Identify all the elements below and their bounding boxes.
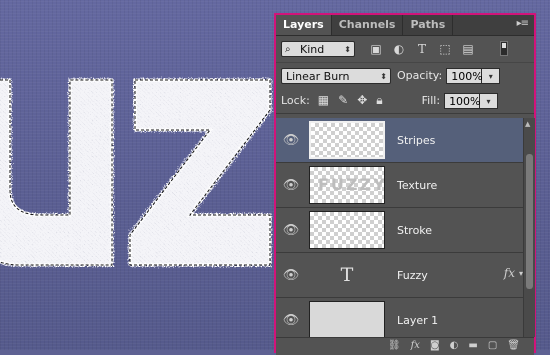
layer-row-stripes[interactable]: 👁︎ Stripes: [276, 118, 523, 163]
eye-icon[interactable]: 👁︎: [276, 313, 306, 328]
blend-row: Linear Burn ⬍ Opacity: 100% ▾: [276, 63, 534, 88]
filter-bar: ⌕ Kind ⬍ ▣ ◐ T ⬚ ▤: [276, 36, 534, 63]
layer-row-texture[interactable]: 👁︎ FUZZY Texture: [276, 163, 523, 208]
lock-transparent-pixels-icon[interactable]: ▦: [318, 93, 329, 108]
filter-toggle-switch[interactable]: [500, 41, 508, 56]
adjustment-layer-filter-icon[interactable]: ◐: [392, 42, 406, 56]
layers-scrollbar[interactable]: ▲: [523, 118, 535, 337]
opacity-input[interactable]: 100%: [446, 67, 483, 84]
layer-thumbnail: [309, 301, 385, 339]
smart-object-filter-icon[interactable]: ▤: [461, 42, 475, 56]
eye-icon[interactable]: 👁︎: [276, 133, 306, 148]
layer-name: Layer 1: [397, 313, 439, 327]
opacity-dropdown-button[interactable]: ▾: [482, 67, 501, 84]
eye-icon[interactable]: 👁︎: [276, 178, 306, 193]
filter-kind-value: Kind: [300, 43, 325, 56]
layer-list: 👁︎ Stripes 👁︎ FUZZY Texture 👁︎ Stroke 👁︎…: [276, 118, 523, 343]
chevron-updown-icon: ⬍: [380, 71, 387, 81]
lock-label: Lock:: [281, 94, 310, 107]
type-layer-icon: T: [340, 264, 354, 286]
fill-label: Fill:: [421, 94, 441, 107]
shape-layer-filter-icon[interactable]: ⬚: [438, 42, 452, 56]
tab-channels[interactable]: Channels: [332, 15, 404, 35]
panel-footer: ⛓ fx ◙ ◐ ▬ ▢ 🗑︎: [276, 337, 534, 355]
lock-position-icon[interactable]: ✥: [357, 93, 367, 108]
scrollbar-thumb[interactable]: [526, 154, 533, 289]
layer-thumbnail: [309, 211, 385, 249]
thumbnail-text: FUZZY: [318, 175, 385, 194]
scroll-up-icon[interactable]: ▲: [525, 120, 530, 128]
eye-icon[interactable]: 👁︎: [276, 268, 306, 283]
link-layers-icon[interactable]: ⛓: [388, 338, 401, 355]
lock-image-pixels-icon[interactable]: ✎: [338, 93, 348, 108]
blend-mode-value: Linear Burn: [286, 69, 350, 83]
add-style-icon[interactable]: fx: [411, 338, 420, 355]
opacity-label: Opacity:: [397, 69, 443, 82]
blend-mode-select[interactable]: Linear Burn ⬍: [281, 67, 391, 84]
pixel-layer-filter-icon[interactable]: ▣: [369, 42, 383, 56]
type-layer-filter-icon[interactable]: T: [415, 42, 429, 56]
new-layer-icon[interactable]: ▢: [488, 338, 497, 355]
tab-paths[interactable]: Paths: [403, 15, 454, 35]
layer-thumbnail: [309, 121, 385, 159]
layer-name: Texture: [397, 178, 438, 192]
layer-row-fuzzy[interactable]: 👁︎ T Fuzzy fx ▾: [276, 253, 523, 298]
layer-effects-icon[interactable]: fx: [504, 266, 515, 280]
new-group-icon[interactable]: ▬: [468, 338, 477, 355]
layers-panel: Layers Channels Paths ▸≡ ⌕ Kind ⬍ ▣ ◐ T …: [274, 13, 536, 355]
adjustment-layer-icon[interactable]: ◐: [450, 338, 459, 355]
layer-thumbnail: FUZZY: [309, 166, 385, 204]
search-icon: ⌕: [285, 44, 291, 55]
panel-tabs: Layers Channels Paths ▸≡: [276, 15, 534, 36]
layer-name: Stripes: [397, 133, 436, 147]
fill-dropdown-button[interactable]: ▾: [480, 92, 499, 109]
delete-layer-icon[interactable]: 🗑︎: [507, 338, 520, 355]
chevron-updown-icon: ⬍: [344, 45, 351, 54]
add-mask-icon[interactable]: ◙: [430, 338, 440, 355]
fill-input[interactable]: 100%: [444, 92, 481, 109]
tab-layers[interactable]: Layers: [276, 15, 332, 35]
layer-row-stroke[interactable]: 👁︎ Stroke: [276, 208, 523, 253]
eye-icon[interactable]: 👁︎: [276, 223, 306, 238]
filter-kind-select[interactable]: ⌕ Kind ⬍: [281, 41, 355, 57]
layer-name: Fuzzy: [397, 268, 428, 282]
lock-all-icon[interactable]: 🔒︎: [376, 93, 382, 108]
lock-row: Lock: ▦ ✎ ✥ 🔒︎ Fill: 100% ▾: [276, 88, 534, 114]
layer-name: Stroke: [397, 223, 433, 237]
panel-menu-icon[interactable]: ▸≡: [517, 18, 529, 29]
